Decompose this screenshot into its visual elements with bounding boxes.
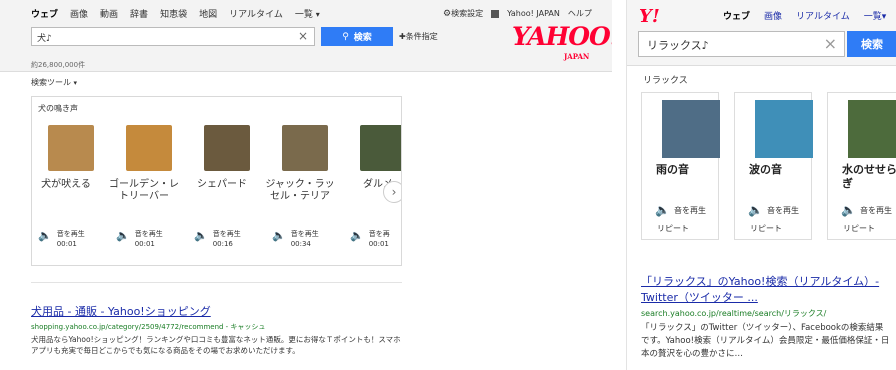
yahoo-japan-link[interactable]: Yahoo! JAPAN (507, 9, 560, 18)
search-input[interactable]: リラックス♪ × (638, 31, 845, 57)
speaker-icon: 🔈 (841, 203, 856, 217)
nav-videos[interactable]: 動画 (100, 7, 118, 20)
sound-name: 水のせせらぎ (842, 163, 896, 190)
search-query: 犬♪ (37, 34, 52, 44)
conditions-link[interactable]: ✚条件指定 (399, 31, 438, 42)
sound-name: 犬が吠える (41, 179, 91, 190)
sound-card[interactable]: シェパード 🔈 音を再生 00:16 (188, 125, 260, 248)
divider (31, 282, 402, 283)
nav-chiebukuro[interactable]: 知恵袋 (160, 7, 187, 20)
dog-thumbnail (126, 125, 172, 171)
search-button[interactable]: ⚲ 検索 (321, 27, 393, 46)
desktop-serp: ウェブ 画像 動画 辞書 知恵袋 地図 リアルタイム 一覧 ▾ ⚙検索設定 Ya… (0, 0, 612, 370)
result-title-link[interactable]: 「リラックス」のYahoo!検索（リアルタイム）- Twitter（ツイッター … (641, 274, 891, 306)
nav-maps[interactable]: 地図 (199, 7, 217, 20)
dog-thumbnail (282, 125, 328, 171)
help-link[interactable]: ヘルプ (568, 8, 592, 19)
play-control[interactable]: 🔈 音を再生 (841, 203, 892, 217)
utility-nav: ⚙検索設定 Yahoo! JAPAN ヘルプ (443, 8, 592, 19)
result-title-link[interactable]: 犬用品 - 通販 - Yahoo!ショッピング (31, 303, 211, 319)
nav-realtime[interactable]: リアルタイム (229, 7, 283, 20)
section-title: リラックス (643, 76, 688, 86)
chevron-down-icon: ▾ (315, 10, 320, 19)
sound-name: 波の音 (749, 163, 782, 176)
mobile-nav: ウェブ 画像 リアルタイム 一覧▾ (723, 9, 886, 22)
sound-card[interactable]: 水のせせらぎ 🔈 音を再生 リピート (827, 92, 896, 240)
chevron-right-icon: › (391, 185, 397, 199)
search-icon: ⚲ (342, 31, 349, 42)
sound-card[interactable]: 犬が吠える 🔈 音を再生 00:01 (32, 125, 104, 248)
sound-name: シェパード (197, 179, 247, 190)
result-snippet: 犬用品ならYahoo!ショッピング！ランキングや口コミも豊富なネット通販。更にお… (31, 335, 401, 355)
desktop-header: ウェブ 画像 動画 辞書 知恵袋 地図 リアルタイム 一覧 ▾ ⚙検索設定 Ya… (0, 0, 612, 72)
repeat-toggle[interactable]: リピート (843, 223, 875, 234)
square-icon[interactable] (491, 9, 500, 18)
search-tools[interactable]: 検索ツール ▾ (31, 77, 77, 88)
repeat-toggle[interactable]: リピート (657, 223, 689, 234)
play-control[interactable]: 🔈 音を再生 00:34 (272, 229, 319, 249)
result-url[interactable]: shopping.yahoo.co.jp/category/2509/4772/… (31, 322, 265, 332)
play-control[interactable]: 🔈 音を再 00:01 (350, 229, 390, 249)
rain-thumbnail (662, 100, 720, 158)
play-control[interactable]: 🔈 音を再生 (655, 203, 706, 217)
nav-dictionary[interactable]: 辞書 (130, 7, 148, 20)
nav-realtime[interactable]: リアルタイム (796, 9, 850, 22)
play-control[interactable]: 🔈 音を再生 00:01 (38, 229, 85, 249)
clear-icon[interactable]: × (824, 34, 837, 53)
stream-thumbnail (848, 100, 896, 158)
sound-panel: 犬の鳴き声 犬が吠える 🔈 音を再生 00:01 ゴールデン・レトリーバー 🔈 音… (31, 96, 402, 266)
comparison-screenshot: ウェブ 画像 動画 辞書 知恵袋 地図 リアルタイム 一覧 ▾ ⚙検索設定 Ya… (0, 0, 896, 370)
play-control[interactable]: 🔈 音を再生 00:01 (116, 229, 163, 249)
dog-thumbnail (204, 125, 250, 171)
chevron-down-icon: ▾ (881, 12, 887, 22)
vertical-nav: ウェブ 画像 動画 辞書 知恵袋 地図 リアルタイム 一覧 ▾ (31, 7, 320, 20)
next-arrow-button[interactable]: › (383, 181, 401, 203)
sound-card[interactable]: 波の音 🔈 音を再生 リピート (734, 92, 813, 240)
sound-panel-title: 犬の鳴き声 (38, 104, 78, 113)
mobile-serp: Y! ウェブ 画像 リアルタイム 一覧▾ リラックス♪ × 検索 リラックス 雨… (626, 0, 896, 370)
play-control[interactable]: 🔈 音を再生 00:16 (194, 229, 241, 249)
nav-images[interactable]: 画像 (70, 7, 88, 20)
nav-images[interactable]: 画像 (764, 9, 782, 22)
search-query: リラックス♪ (647, 39, 709, 52)
clear-icon[interactable]: × (298, 29, 308, 43)
sound-card[interactable]: ゴールデン・レトリーバー 🔈 音を再生 00:01 (109, 125, 182, 248)
speaker-icon: 🔈 (38, 229, 52, 242)
speaker-icon: 🔈 (350, 229, 364, 242)
chevron-down-icon: ▾ (73, 79, 78, 87)
mobile-header: Y! ウェブ 画像 リアルタイム 一覧▾ リラックス♪ × 検索 (627, 0, 896, 66)
search-row: 犬♪ × ⚲ 検索 ✚条件指定 (31, 27, 438, 46)
nav-web[interactable]: ウェブ (723, 9, 750, 22)
sound-name: 雨の音 (656, 163, 689, 176)
repeat-toggle[interactable]: リピート (750, 223, 782, 234)
speaker-icon: 🔈 (655, 203, 670, 217)
sound-name: ゴールデン・レトリーバー (109, 179, 179, 202)
yahoo-logo[interactable]: YAHOO! JAPAN (512, 24, 612, 61)
speaker-icon: 🔈 (272, 229, 286, 242)
search-button[interactable]: 検索 (847, 31, 896, 57)
waves-thumbnail (755, 100, 813, 158)
speaker-icon: 🔈 (748, 203, 763, 217)
speaker-icon: 🔈 (116, 229, 130, 242)
result-count: 約26,800,000件 (31, 61, 86, 69)
result-snippet: 「リラックス」のTwitter（ツイッター）、Facebookの検索結果です。Y… (641, 323, 890, 359)
settings-link[interactable]: ⚙検索設定 (443, 8, 483, 19)
result-url[interactable]: search.yahoo.co.jp/realtime/search/リラックス… (641, 308, 826, 319)
sound-card[interactable]: ジャック・ラッセル・テリア 🔈 音を再生 00:34 (265, 125, 338, 248)
nav-web[interactable]: ウェブ (31, 7, 58, 20)
nav-more[interactable]: 一覧 ▾ (295, 7, 320, 20)
gear-icon: ⚙ (443, 9, 452, 19)
dog-thumbnail (48, 125, 94, 171)
yahoo-logo[interactable]: Y! (639, 6, 660, 27)
sound-name: ジャック・ラッセル・テリア (265, 179, 335, 202)
speaker-icon: 🔈 (194, 229, 208, 242)
search-input[interactable]: 犬♪ × (31, 27, 315, 46)
sound-card[interactable]: 雨の音 🔈 音を再生 リピート (641, 92, 720, 240)
play-control[interactable]: 🔈 音を再生 (748, 203, 799, 217)
dog-thumbnail (360, 125, 401, 171)
nav-more[interactable]: 一覧▾ (864, 9, 887, 22)
